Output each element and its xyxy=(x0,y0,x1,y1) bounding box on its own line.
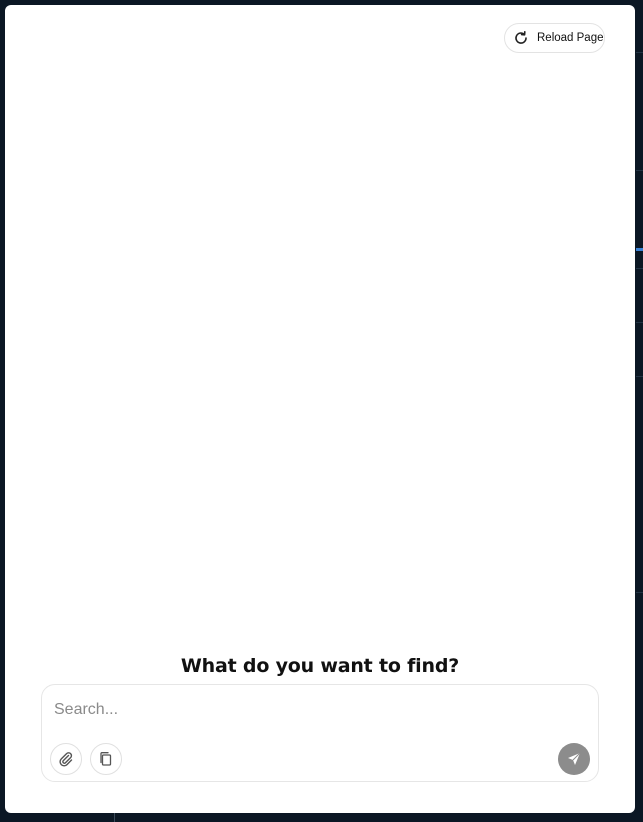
copy-button[interactable] xyxy=(90,743,122,775)
background-accent-bar xyxy=(636,248,643,251)
attach-button[interactable] xyxy=(50,743,82,775)
send-icon xyxy=(566,751,582,767)
page-title: What do you want to find? xyxy=(180,655,460,677)
reload-icon xyxy=(513,30,529,46)
background-divider xyxy=(636,592,643,593)
search-input[interactable] xyxy=(54,697,574,723)
background-divider xyxy=(636,376,643,377)
background-divider xyxy=(636,268,643,269)
send-button[interactable] xyxy=(558,743,590,775)
reload-page-label: Reload Page xyxy=(537,32,604,44)
background-divider xyxy=(114,813,115,822)
reload-page-button[interactable]: Reload Page xyxy=(504,23,605,53)
search-container xyxy=(41,684,599,782)
background-divider xyxy=(636,322,643,323)
background-divider xyxy=(636,170,643,171)
background-divider xyxy=(636,52,643,53)
paperclip-icon xyxy=(58,751,74,767)
copy-icon xyxy=(98,751,114,767)
search-modal: Reload Page What do you want to find? xyxy=(5,5,635,813)
